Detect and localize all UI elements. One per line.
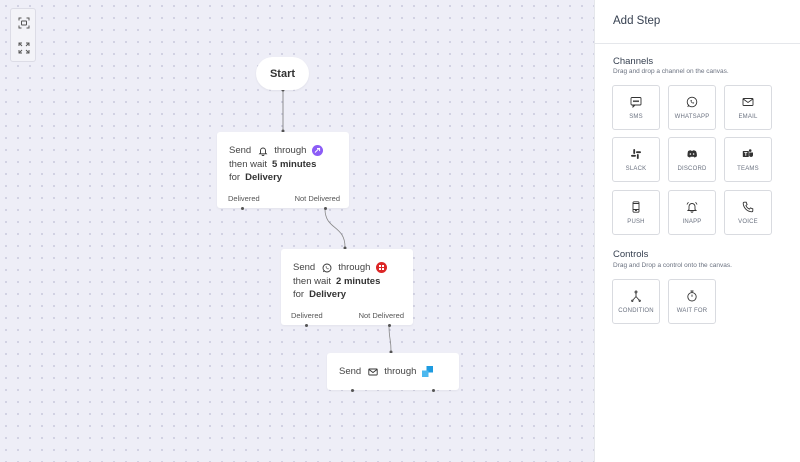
panel-divider (595, 43, 800, 44)
not-delivered-handle[interactable] (388, 324, 391, 327)
node-for-line: for Delivery (229, 172, 283, 183)
not-delivered-branch-label: Not Delivered (294, 194, 340, 203)
delivered-handle[interactable] (351, 389, 354, 392)
timer-icon (686, 289, 699, 302)
channels-title: Channels (613, 56, 654, 67)
fullscreen-button[interactable] (16, 40, 32, 56)
email-icon (367, 366, 378, 377)
provider-red-icon (376, 262, 388, 273)
whatsapp-icon (321, 262, 332, 273)
node-send-line: Send through (339, 366, 439, 377)
channels-subtitle: Drag and drop a channel on the canvas. (613, 68, 729, 75)
control-tile-wait-for[interactable]: WAIT FOR (668, 279, 716, 324)
email-icon (742, 95, 755, 108)
node-for-line: for Delivery (293, 289, 347, 300)
controls-subtitle: Drag and Drop a control onto the canvas. (613, 262, 732, 269)
wait-condition: Delivery (309, 289, 347, 300)
wait-condition: Delivery (245, 172, 283, 183)
node-wait-line: then wait 5 minutes (229, 159, 317, 170)
channel-tile-voice[interactable]: VOICE (724, 190, 772, 235)
connector-node2-node3 (388, 324, 392, 352)
bell-icon (257, 145, 268, 156)
channel-tile-sms[interactable]: SMS (612, 85, 660, 130)
controls-title: Controls (613, 249, 649, 260)
discord-icon (686, 147, 699, 160)
start-label: Start (269, 67, 296, 80)
delivered-branch-label: Delivered (228, 194, 260, 203)
slack-icon (630, 147, 643, 160)
inapp-icon (686, 200, 699, 213)
step-node-2[interactable]: Send through then wait 2 minutes for Del… (281, 249, 413, 327)
provider-blue-icon (422, 366, 434, 377)
provider-purple-icon (312, 145, 324, 156)
push-icon (630, 200, 643, 213)
connector-node1-node2 (324, 208, 346, 248)
channel-tile-whatsapp[interactable]: WHATSAPP (668, 85, 716, 130)
canvas-toolbox (10, 8, 36, 62)
channel-tile-discord[interactable]: DISCORD (668, 137, 716, 182)
not-delivered-branch-label: Not Delivered (358, 311, 404, 320)
control-tile-condition[interactable]: CONDITION (612, 279, 660, 324)
not-delivered-handle[interactable] (432, 389, 435, 392)
node-send-line: Send through (293, 262, 393, 273)
not-delivered-handle[interactable] (324, 207, 327, 210)
channel-tile-push[interactable]: PUSH (612, 190, 660, 235)
wait-duration: 2 minutes (336, 276, 381, 287)
voice-icon (742, 200, 755, 213)
sms-icon (630, 95, 643, 108)
channel-tile-email[interactable]: EMAIL (724, 85, 772, 130)
fit-view-button[interactable] (16, 15, 32, 31)
channel-tile-inapp[interactable]: INAPP (668, 190, 716, 235)
node-send-line: Send through (229, 145, 329, 156)
workflow-canvas[interactable]: Start Send through then wait 5 minutes f… (0, 0, 594, 462)
delivered-handle[interactable] (305, 324, 308, 327)
step-node-3[interactable]: Send through (327, 353, 459, 392)
step-node-1[interactable]: Send through then wait 5 minutes for Del… (217, 132, 349, 210)
panel-title: Add Step (613, 15, 661, 27)
node-wait-line: then wait 2 minutes (293, 276, 381, 287)
whatsapp-icon (686, 95, 699, 108)
channel-tile-teams[interactable]: TEAMS (724, 137, 772, 182)
condition-icon (630, 289, 643, 302)
expand-icon (18, 42, 30, 54)
add-step-panel: Add Step Channels Drag and drop a channe… (594, 0, 800, 462)
delivered-handle[interactable] (241, 207, 244, 210)
fit-view-icon (18, 17, 30, 29)
delivered-branch-label: Delivered (291, 311, 323, 320)
wait-duration: 5 minutes (272, 159, 317, 170)
teams-icon (742, 147, 755, 160)
start-node[interactable]: Start (256, 57, 309, 90)
channel-tile-slack[interactable]: SLACK (612, 137, 660, 182)
